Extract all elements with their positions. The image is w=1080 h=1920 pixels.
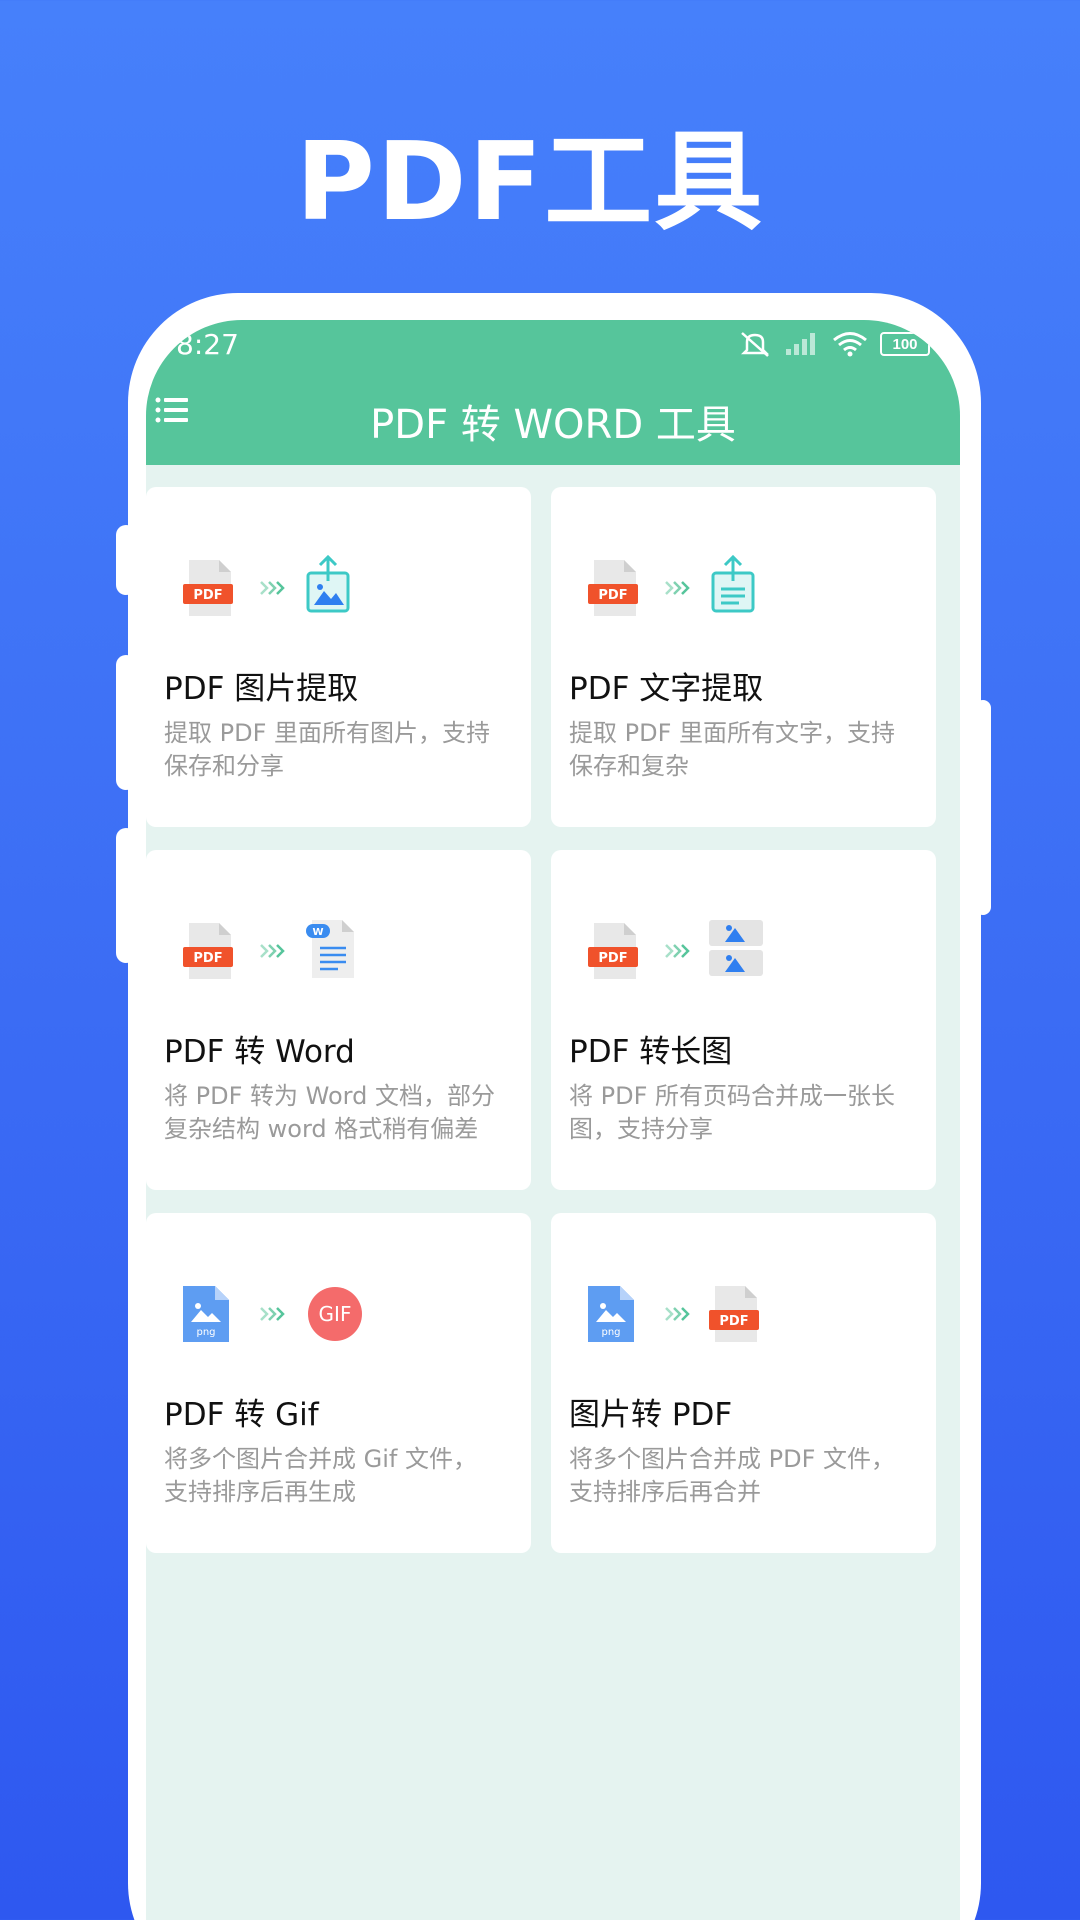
battery-icon: 100: [880, 332, 930, 356]
pdf-icon: PDF: [709, 1286, 759, 1342]
png-file-icon: png: [588, 1286, 634, 1342]
card-pdf-image-extract[interactable]: PDF PDF 图片提取 提取 PDF 里面所有图片，支持 保存和分享: [146, 487, 531, 827]
status-time: 8:27: [176, 328, 239, 361]
wifi-icon: [833, 332, 867, 357]
card-icons: PDF W: [176, 916, 476, 986]
signal-icon: [786, 333, 815, 355]
pdf-label: PDF: [598, 588, 627, 603]
card-icons: png PDF: [581, 1279, 881, 1349]
card-desc-line: 支持排序后再生成: [164, 1478, 356, 1506]
word-label: W: [312, 927, 323, 938]
card-desc-line: 保存和复杂: [569, 752, 689, 780]
pdf-icon: PDF: [183, 560, 233, 616]
card-description: 将 PDF 所有页码合并成一张长 图，支持分享: [569, 1080, 919, 1146]
card-pdf-to-gif[interactable]: png GIF PDF 转 Gif 将多个图片合并成 Gif 文件， 支持排序后…: [146, 1213, 531, 1553]
card-icons: PDF: [581, 553, 881, 623]
card-desc-line: 将 PDF 转为 Word 文档，部分: [164, 1082, 495, 1110]
card-description: 将多个图片合并成 PDF 文件， 支持排序后再合并: [569, 1443, 919, 1509]
card-desc-line: 将 PDF 所有页码合并成一张长: [569, 1082, 896, 1110]
chevrons-icon: [260, 944, 285, 958]
card-title: PDF 转 Word: [164, 1034, 355, 1070]
card-icons: png GIF: [176, 1279, 476, 1349]
long-image-icon: [709, 920, 763, 976]
png-file-icon: png: [183, 1286, 229, 1342]
card-image-to-pdf[interactable]: png PDF 图片转 PDF 将多个图片合并成 PDF 文件， 支持排序后再合…: [551, 1213, 936, 1553]
card-description: 提取 PDF 里面所有文字，支持 保存和复杂: [569, 717, 919, 783]
card-icons: PDF: [581, 916, 881, 986]
card-description: 提取 PDF 里面所有图片，支持 保存和分享: [164, 717, 514, 783]
card-desc-line: 保存和分享: [164, 752, 284, 780]
app-title: PDF 转 WORD 工具: [370, 402, 736, 448]
status-bar: 8:27 100: [146, 320, 960, 368]
pdf-label: PDF: [598, 951, 627, 966]
png-label: png: [196, 1327, 215, 1338]
gif-icon: GIF: [308, 1287, 362, 1341]
chevrons-icon: [665, 944, 690, 958]
card-desc-line: 提取 PDF 里面所有文字，支持: [569, 719, 896, 747]
image-export-icon: [306, 555, 350, 613]
chevrons-icon: [665, 1307, 690, 1321]
word-doc-icon: W: [306, 920, 354, 978]
pdf-label: PDF: [193, 951, 222, 966]
chevrons-icon: [260, 581, 285, 595]
card-desc-line: 将多个图片合并成 Gif 文件，: [164, 1445, 477, 1473]
card-pdf-to-word[interactable]: PDF W PDF 转 Word 将 PDF 转为 Word 文档，部分 复杂结…: [146, 850, 531, 1190]
pdf-label: PDF: [719, 1314, 748, 1329]
card-title: 图片转 PDF: [569, 1397, 733, 1433]
chevrons-icon: [260, 1307, 285, 1321]
pdf-label: PDF: [193, 588, 222, 603]
card-title: PDF 图片提取: [164, 671, 359, 707]
card-desc-line: 提取 PDF 里面所有图片，支持: [164, 719, 491, 747]
card-pdf-text-extract[interactable]: PDF PDF 文字提取 提取 PDF 里面所有文字，支持 保存和复杂: [551, 487, 936, 827]
card-description: 将多个图片合并成 Gif 文件， 支持排序后再生成: [164, 1443, 514, 1509]
pdf-icon: PDF: [588, 923, 638, 979]
mute-icon: [740, 332, 770, 357]
card-desc-line: 支持排序后再合并: [569, 1478, 761, 1506]
app-bar: 8:27 100 PDF 转 WORD 工具: [146, 320, 960, 465]
pdf-icon: PDF: [588, 560, 638, 616]
gif-label: GIF: [319, 1302, 352, 1326]
card-title: PDF 文字提取: [569, 671, 764, 707]
card-title: PDF 转 Gif: [164, 1397, 319, 1433]
text-export-icon: [711, 555, 755, 613]
card-pdf-to-long-image[interactable]: PDF PDF 转长图 将 PDF 所有页码合并成一张长 图，支持分享: [551, 850, 936, 1190]
phone-screen: 8:27 100 PDF 转 WORD 工具 PDF PDF 图片提取 提取 P…: [146, 320, 960, 1920]
chevrons-icon: [665, 581, 690, 595]
card-title: PDF 转长图: [569, 1034, 733, 1070]
promo-title: PDF工具: [295, 120, 765, 245]
card-description: 将 PDF 转为 Word 文档，部分 复杂结构 word 格式稍有偏差: [164, 1080, 514, 1146]
status-icons: 100: [738, 328, 930, 360]
card-icons: PDF: [176, 553, 476, 623]
card-desc-line: 图，支持分享: [569, 1115, 713, 1143]
card-desc-line: 将多个图片合并成 PDF 文件，: [569, 1445, 896, 1473]
card-desc-line: 复杂结构 word 格式稍有偏差: [164, 1115, 479, 1143]
pdf-icon: PDF: [183, 923, 233, 979]
png-label: png: [601, 1327, 620, 1338]
